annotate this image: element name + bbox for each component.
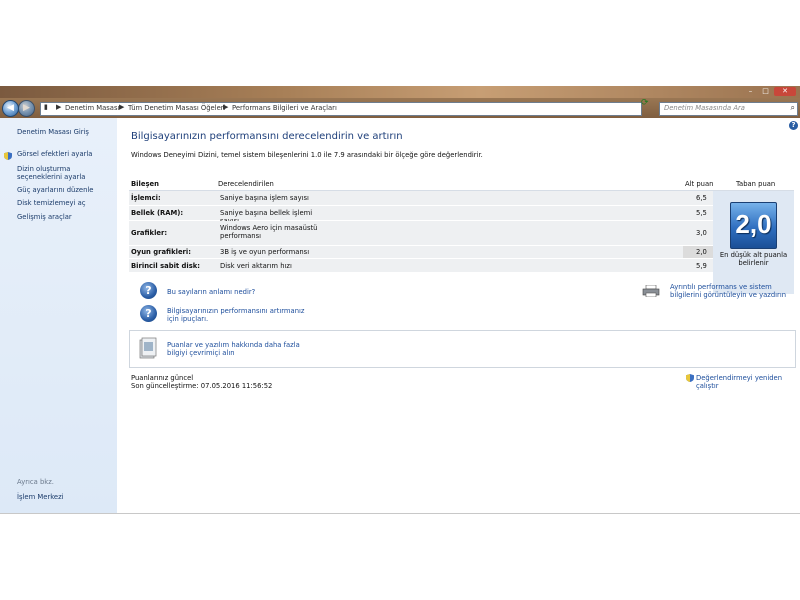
row-score: 3,0 bbox=[696, 229, 707, 237]
status-current: Puanlarınız güncel bbox=[131, 374, 194, 382]
software-box-icon bbox=[139, 337, 157, 359]
link-tips[interactable]: Bilgisayarınızın performansını artırmanı… bbox=[167, 307, 307, 323]
help-icon[interactable]: ? bbox=[789, 121, 798, 130]
intro-text: Windows Deneyimi Dizini, temel sistem bi… bbox=[131, 151, 483, 159]
row-description: Saniye başına işlem sayısı bbox=[220, 194, 309, 202]
forward-button[interactable]: ▶ bbox=[18, 100, 35, 117]
breadcrumb-all-items[interactable]: Tüm Denetim Masası Öğeleri bbox=[128, 104, 225, 112]
rerun-assessment-link[interactable]: Değerlendirmeyi yeniden çalıştır bbox=[696, 374, 800, 390]
title-bar: – □ ✕ bbox=[0, 86, 800, 98]
printer-icon bbox=[642, 285, 660, 297]
search-input[interactable]: Denetim Masasında Ara ⌕ bbox=[659, 102, 798, 116]
control-panel-icon: ▮ bbox=[44, 103, 48, 111]
refresh-icon[interactable]: ⟳ bbox=[641, 98, 649, 108]
breadcrumb-separator-icon: ▶ bbox=[56, 103, 62, 111]
table-row: Oyun grafikleri: 3B iş ve oyun performan… bbox=[129, 246, 713, 258]
see-also-label: Ayrıca bkz. bbox=[17, 478, 54, 486]
row-score: 5,9 bbox=[696, 262, 707, 270]
row-score: 6,5 bbox=[696, 194, 707, 202]
sidebar-item-disk-cleanup[interactable]: Disk temizlemeyi aç bbox=[17, 199, 112, 207]
minimize-button[interactable]: – bbox=[744, 87, 757, 96]
link-meaning[interactable]: Bu sayıların anlamı nedir? bbox=[167, 288, 255, 296]
sidebar-item-power[interactable]: Güç ayarlarını düzenle bbox=[17, 186, 112, 194]
header-base-score: Taban puan bbox=[736, 180, 776, 188]
breadcrumb-separator-icon: ▶ bbox=[119, 103, 125, 111]
main-content: ? Bilgisayarınızın performansını derecel… bbox=[118, 118, 800, 513]
sidebar-item-advanced-tools[interactable]: Gelişmiş araçlar bbox=[17, 213, 112, 221]
table-row: İşlemci: Saniye başına işlem sayısı 6,5 bbox=[129, 191, 713, 205]
base-score-panel: 2,0 En düşük alt puanla belirlenir bbox=[713, 191, 794, 294]
row-label: Bellek (RAM): bbox=[131, 209, 184, 217]
header-component: Bileşen bbox=[131, 180, 159, 188]
lowest-score-highlight: 2,0 bbox=[683, 246, 713, 258]
row-description: Disk veri aktarım hızı bbox=[220, 262, 292, 270]
breadcrumb-separator-icon: ▶ bbox=[223, 103, 229, 111]
close-button[interactable]: ✕ bbox=[774, 87, 796, 96]
search-icon[interactable]: ⌕ bbox=[791, 103, 795, 113]
table-row: Bellek (RAM): Saniye başına bellek işlem… bbox=[129, 206, 713, 225]
status-last-update: Son güncelleştirme: 07.05.2016 11:56:52 bbox=[131, 382, 273, 390]
row-label: Oyun grafikleri: bbox=[131, 248, 191, 256]
sidebar-item-action-center[interactable]: İşlem Merkezi bbox=[17, 493, 112, 501]
sidebar-item-visual-effects[interactable]: Görsel efektleri ayarla bbox=[17, 150, 112, 158]
window: – □ ✕ ◀ ▶ ▮ ▶ Denetim Masası ▶ Tüm Denet… bbox=[0, 86, 800, 513]
table-row: Birincil sabit disk: Disk veri aktarım h… bbox=[129, 259, 713, 272]
base-score-caption: En düşük alt puanla belirlenir bbox=[719, 251, 788, 267]
search-placeholder: Denetim Masasında Ara bbox=[664, 104, 745, 112]
header-subscore: Alt puan bbox=[685, 180, 714, 188]
base-score-value: 2,0 bbox=[735, 209, 772, 239]
sidebar-item-home[interactable]: Denetim Masası Giriş bbox=[17, 128, 112, 136]
row-label: Birincil sabit disk: bbox=[131, 262, 201, 270]
window-bottom-edge bbox=[0, 513, 800, 514]
navigation-bar: ◀ ▶ ▮ ▶ Denetim Masası ▶ Tüm Denetim Mas… bbox=[0, 98, 800, 118]
row-description: Windows Aero için masaüstü performansı bbox=[220, 224, 318, 240]
maximize-button[interactable]: □ bbox=[759, 87, 772, 96]
row-score: 5,5 bbox=[696, 209, 707, 217]
back-button[interactable]: ◀ bbox=[2, 100, 19, 117]
row-score: 2,0 bbox=[696, 248, 707, 256]
page-title: Bilgisayarınızın performansını derecelen… bbox=[131, 131, 403, 142]
link-online-info[interactable]: Puanlar ve yazılım hakkında daha fazla b… bbox=[167, 341, 317, 357]
shield-icon bbox=[686, 374, 694, 382]
base-score-tile: 2,0 bbox=[730, 202, 777, 249]
score-table: Bileşen Derecelendirilen Alt puan Taban … bbox=[129, 177, 794, 295]
breadcrumb-control-panel[interactable]: Denetim Masası bbox=[65, 104, 119, 112]
shield-icon bbox=[4, 152, 12, 160]
link-details-print[interactable]: Ayrıntılı performans ve sistem bilgileri… bbox=[670, 283, 795, 299]
help-question-icon: ? bbox=[140, 282, 157, 299]
sidebar: Denetim Masası Giriş Görsel efektleri ay… bbox=[0, 118, 117, 513]
row-description: 3B iş ve oyun performansı bbox=[220, 248, 310, 256]
sidebar-item-indexing[interactable]: Dizin oluşturma seçeneklerini ayarla bbox=[17, 165, 112, 181]
help-question-icon: ? bbox=[140, 305, 157, 322]
header-rated: Derecelendirilen bbox=[218, 180, 274, 188]
online-info-box: Puanlar ve yazılım hakkında daha fazla b… bbox=[129, 330, 796, 368]
row-label: Grafikler: bbox=[131, 229, 168, 237]
table-row: Grafikler: Windows Aero için masaüstü pe… bbox=[129, 221, 713, 245]
address-bar[interactable]: ▮ ▶ Denetim Masası ▶ Tüm Denetim Masası … bbox=[40, 102, 674, 116]
breadcrumb-performance[interactable]: Performans Bilgileri ve Araçları bbox=[232, 104, 337, 112]
row-label: İşlemci: bbox=[131, 194, 161, 202]
